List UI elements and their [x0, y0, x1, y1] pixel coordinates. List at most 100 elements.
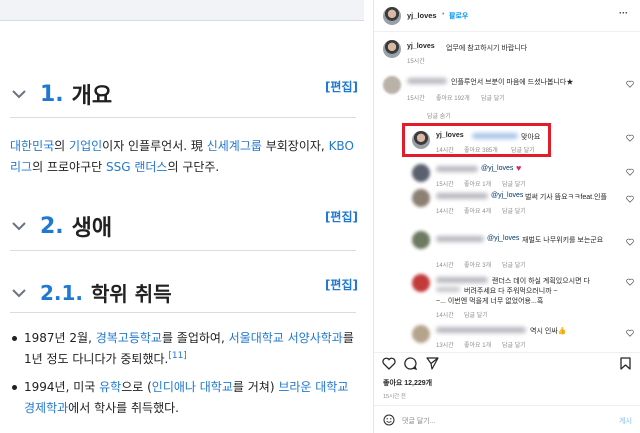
header-divider: [374, 31, 640, 32]
comment-mention[interactable]: @yj_loves: [481, 165, 513, 172]
section-heading-degree[interactable]: 2.1. 학위 취득: [10, 278, 172, 307]
like-heart-icon[interactable]: [382, 357, 396, 370]
wiki-top-band: [0, 0, 364, 21]
comment-time: 14시간: [436, 313, 454, 319]
list-item: 1994년, 미국 유학으로 (인디애나 대학교를 거쳐) 브라운 대학교 경제…: [12, 377, 354, 419]
comment-input[interactable]: 댓글 달기...: [402, 416, 436, 426]
text: 의 구단주.: [167, 160, 220, 174]
text: 에서 학사를 취득했다.: [68, 401, 179, 415]
text: 1987년 2월,: [24, 331, 96, 345]
post-comment-button[interactable]: 게시: [619, 416, 632, 426]
comment-likes[interactable]: 좋아요 1개: [464, 340, 491, 349]
section-title: 생애: [71, 216, 113, 241]
comment-likes[interactable]: 좋아요 1개: [464, 179, 491, 188]
blurred-username: [436, 277, 488, 283]
comment-text-line1: 랜더스 데이 하실 계획있으시면 다: [492, 278, 590, 285]
edit-link[interactable]: [편집]: [325, 276, 358, 293]
section-title: 학위 취득: [91, 282, 172, 306]
comments-divider: [374, 352, 640, 353]
section-heading-overview[interactable]: 1. 개요: [10, 78, 112, 110]
list-item: 1987년 2월, 경복고등학교를 졸업하여, 서울대학교 서양사학과를 1년 …: [12, 328, 354, 370]
link-shinsegae[interactable]: 신세계그룹: [207, 139, 262, 153]
caption-text: 업무에 참고하시기 바랍니다: [446, 45, 528, 52]
blurred-username: [436, 327, 526, 333]
section-divider: [10, 117, 356, 118]
chevron-down-icon[interactable]: [10, 217, 28, 235]
link-indiana[interactable]: 인디애나 대학교: [152, 380, 233, 394]
comment-likes[interactable]: 좋아요 3개: [464, 260, 491, 269]
reply-button[interactable]: 답글 달기: [502, 206, 526, 215]
link-snu-history[interactable]: 서울대학교 서양사학과: [229, 331, 343, 345]
heart-icon[interactable]: [626, 195, 634, 203]
post-time: 15시간 전: [383, 394, 406, 400]
heart-icon[interactable]: [626, 80, 634, 88]
heart-icon[interactable]: [626, 168, 634, 176]
comment-likes[interactable]: 좋아요 192개: [436, 93, 470, 102]
overview-paragraph: 대한민국의 기업인이자 인플루언서. 現 신세계그룹 부회장이자, KBO리그의…: [10, 136, 355, 178]
comment-time: 14시간: [436, 209, 454, 215]
bookmark-icon[interactable]: [620, 357, 631, 370]
header-username[interactable]: yj_loves: [407, 11, 437, 20]
avatar[interactable]: [412, 189, 430, 207]
chevron-down-icon[interactable]: [10, 85, 28, 103]
link-study-abroad[interactable]: 유학: [99, 380, 121, 394]
edit-link[interactable]: [편집]: [325, 208, 358, 225]
comment-mention[interactable]: @yj_loves: [487, 235, 519, 242]
reply-button[interactable]: 답글 달기: [502, 260, 526, 269]
blurred-username: [436, 236, 484, 242]
avatar[interactable]: [383, 76, 401, 94]
heart-icon[interactable]: [626, 278, 634, 286]
heart-icon[interactable]: [626, 238, 634, 246]
comment-likes[interactable]: 좋아요 4개: [464, 206, 491, 215]
reply-button[interactable]: 답글 달기: [464, 310, 488, 319]
text: 의: [54, 139, 70, 153]
avatar[interactable]: [383, 7, 401, 25]
heart-icon[interactable]: [626, 329, 634, 337]
avatar[interactable]: [412, 325, 430, 343]
reply-button[interactable]: 답글 달기: [502, 179, 526, 188]
avatar[interactable]: [383, 40, 401, 58]
edit-link[interactable]: [편집]: [325, 78, 358, 95]
section-heading-life[interactable]: 2. 생애: [10, 210, 112, 242]
comment-text: 역시 인싸👍: [530, 328, 567, 335]
comment-text: 재벌도 나무위키를 보는군요: [522, 237, 604, 244]
more-options-icon[interactable]: ···: [619, 8, 628, 18]
footnote-link[interactable]: [11]: [168, 351, 186, 361]
comment-text: 벌써 기사 뜸요ㅋㅋfeat.인플: [525, 194, 607, 201]
blurred-username: [436, 193, 488, 199]
separator-dot: •: [442, 11, 445, 18]
heart-icon[interactable]: [626, 134, 634, 142]
emoji-icon[interactable]: [383, 414, 395, 426]
follow-button[interactable]: 팔로우: [449, 11, 468, 21]
text: 의 프로야구단: [32, 160, 106, 174]
text: 부회장이자,: [261, 139, 329, 153]
comment-time: 14시간: [436, 263, 454, 269]
view-replies-button[interactable]: 답글 숨기: [427, 111, 451, 120]
reply-button[interactable]: 답글 달기: [481, 93, 505, 102]
text: 으로 (: [121, 380, 152, 394]
section-number: 2.1.: [40, 280, 84, 305]
likes-count[interactable]: 좋아요 12,229개: [383, 378, 432, 388]
blurred-username: [407, 78, 447, 84]
avatar[interactable]: [412, 274, 430, 292]
instagram-post-panel: yj_loves • 팔로우 ··· yj_loves 업무에 참고하시기 바랍…: [373, 0, 640, 433]
comment-time: 15시간: [436, 182, 454, 188]
highlight-box: [402, 123, 551, 157]
comment-icon[interactable]: [404, 357, 417, 370]
caption-username[interactable]: yj_loves: [407, 43, 435, 50]
wiki-panel: 1. 개요 [편집] 대한민국의 기업인이자 인플루언서. 現 신세계그룹 부회…: [0, 0, 364, 433]
link-korea[interactable]: 대한민국: [10, 139, 54, 153]
text: 를 거쳐): [232, 380, 279, 394]
link-kyungbock[interactable]: 경복고등학교: [96, 331, 162, 345]
avatar[interactable]: [412, 164, 430, 182]
link-businessman[interactable]: 기업인: [69, 139, 102, 153]
text: 이자 인플루언서. 現: [102, 139, 207, 153]
comment-mention[interactable]: @yj_loves: [491, 192, 523, 199]
reply-button[interactable]: 답글 달기: [502, 340, 526, 349]
link-ssg-landers[interactable]: SSG 랜더스: [106, 160, 167, 174]
share-icon[interactable]: [426, 357, 439, 370]
section-number: 2.: [40, 213, 64, 239]
text: 1994년, 미국: [24, 380, 100, 394]
chevron-down-icon[interactable]: [10, 284, 28, 302]
avatar[interactable]: [412, 231, 430, 249]
